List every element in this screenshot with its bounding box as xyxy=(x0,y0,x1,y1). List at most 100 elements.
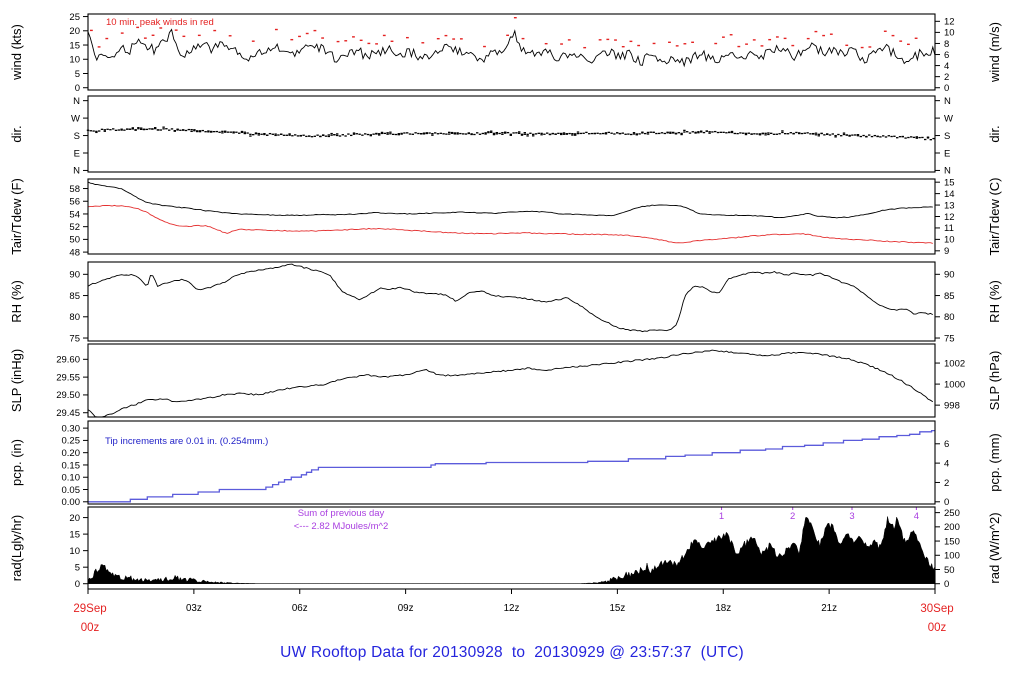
tick-label: 150 xyxy=(944,536,960,547)
x-tick-label: 06z xyxy=(292,603,308,614)
tick-label: W xyxy=(71,113,80,124)
y-axis-right-temp: 9101112131415 xyxy=(935,177,955,257)
tick-label: N xyxy=(944,166,951,177)
tick-label: 85 xyxy=(69,291,80,302)
tick-label: 9 xyxy=(944,246,949,257)
annotation-tip-increments-note: Tip increments are 0.01 in. (0.254mm.) xyxy=(105,436,268,447)
pressure-line xyxy=(87,349,934,418)
tick-label: 80 xyxy=(69,312,80,323)
tick-label: 48 xyxy=(69,247,80,258)
axis-label-right-slp: SLP (hPa) xyxy=(987,351,1002,411)
tick-label: 50 xyxy=(944,565,955,576)
axis-label-left-temp: Tair/Tdew (F) xyxy=(9,178,24,255)
x-end-hour-label: 00z xyxy=(928,622,947,634)
tick-label: 13 xyxy=(944,200,955,211)
tick-label: E xyxy=(944,148,950,159)
tick-label: 0.15 xyxy=(62,460,81,471)
tick-label: 5 xyxy=(75,69,80,80)
panel-border-rh xyxy=(87,261,936,342)
tick-label: N xyxy=(73,96,80,107)
tick-label: 200 xyxy=(944,522,960,533)
y-axis-right-dir: NWSEN xyxy=(935,96,953,177)
axis-label-right-temp: Tair/Tdew (C) xyxy=(987,177,1002,255)
tick-label: W xyxy=(944,113,953,124)
tick-label: S xyxy=(944,131,950,142)
radiation-hour-markers: 1 2 3 4 xyxy=(719,507,919,522)
y-axis-left-dir: NWSEN xyxy=(71,96,88,177)
x-tick-label: 03z xyxy=(186,603,202,614)
axis-label-right-rh: RH (%) xyxy=(987,280,1002,323)
tick-label: 11 xyxy=(944,223,954,234)
tick-label: 8 xyxy=(944,39,949,50)
y-axis-right-rad: 0 50 100 150 200 250 xyxy=(935,508,960,590)
x-start-hour-label: 00z xyxy=(81,622,100,634)
tick-label: 54 xyxy=(69,209,80,220)
y-axis-right-pcp: 0 2 4 6 xyxy=(935,439,949,508)
tick-label: 1002 xyxy=(944,358,965,369)
tick-label: 12 xyxy=(944,17,955,28)
tick-label: 29.60 xyxy=(56,355,80,366)
tick-label: 2 xyxy=(944,478,949,489)
y-axis-right-slp: 998 1000 1002 xyxy=(935,358,965,411)
tick-label: N xyxy=(944,96,951,107)
annotation-peak-winds-note: 10 min. peak winds in red xyxy=(106,17,214,28)
tick-label: 58 xyxy=(69,184,80,195)
panel-border-wind xyxy=(87,13,936,91)
hour-marker-label: 1 xyxy=(719,511,724,522)
tick-label: 10 xyxy=(69,55,80,66)
tick-label: 0 xyxy=(75,579,80,590)
tick-label: 0.30 xyxy=(62,423,81,434)
tick-label: 0.20 xyxy=(62,448,81,459)
tick-label: 250 xyxy=(944,508,960,519)
multi-panel-weather-chart: 0510152025024681012wind (kts) wind (m/s)1… xyxy=(9,12,1002,634)
tick-label: 0 xyxy=(944,579,949,590)
humidity-line xyxy=(87,263,934,333)
tick-label: 6 xyxy=(944,50,949,61)
tick-label: S xyxy=(74,131,80,142)
x-tick-label: 15z xyxy=(609,603,625,614)
wind-direction-dots xyxy=(86,126,935,141)
tick-label: 14 xyxy=(944,189,955,200)
tick-label: 100 xyxy=(944,551,960,562)
panel-border-slp xyxy=(87,343,936,418)
y-axis-right-rh: 75 80 85 90 xyxy=(935,270,955,344)
y-axis-left-slp: 29.45 29.50 29.55 29.60 xyxy=(56,355,88,419)
x-start-date-label: 29Sep xyxy=(73,603,106,615)
tick-label: 29.50 xyxy=(56,390,80,401)
annotation-radiation-sum-title: Sum of previous day xyxy=(298,508,385,519)
axis-label-left-rad: rad(Lgly/hr) xyxy=(9,515,24,581)
chart-title: UW Rooftop Data for 20130928 to 20130929… xyxy=(280,644,744,661)
x-tick-label: 12z xyxy=(504,603,520,614)
tick-label: 5 xyxy=(75,562,80,573)
tick-label: 0 xyxy=(944,83,949,94)
tick-label: 20 xyxy=(69,513,80,524)
x-tick-label: 18z xyxy=(715,603,731,614)
axis-label-left-dir: dir. xyxy=(9,125,24,142)
tick-label: 998 xyxy=(944,400,960,411)
tick-label: 90 xyxy=(69,270,80,281)
tick-label: 75 xyxy=(944,333,955,344)
hour-marker-label: 3 xyxy=(849,511,854,522)
x-tick-label: 09z xyxy=(398,603,414,614)
panel-rad: 05101520050100150200250rad(Lgly/hr) rad (… xyxy=(9,506,1002,590)
tick-label: 85 xyxy=(944,291,955,302)
panel-wind: 0510152025024681012wind (kts) wind (m/s)1… xyxy=(9,12,1002,94)
panel-temp: 4850 52 5456 58 9101112131415 Tair/Tdew (F) Ta… xyxy=(9,177,1002,258)
tick-label: 12 xyxy=(944,212,955,223)
tick-label: 4 xyxy=(944,458,949,469)
axis-label-left-slp: SLP (inHg) xyxy=(9,349,24,412)
panel-border-temp xyxy=(87,178,936,255)
tick-label: 10 xyxy=(944,235,955,246)
tick-label: 0.00 xyxy=(62,497,81,508)
axis-label-left-wind: wind (kts) xyxy=(9,24,24,81)
tick-label: 0.25 xyxy=(62,436,81,447)
tick-label: 0.05 xyxy=(62,485,81,496)
tick-label: 56 xyxy=(69,197,80,208)
axis-label-right-pcp: pcp. (mm) xyxy=(987,433,1002,492)
y-axis-left-temp: 4850 52 5456 58 xyxy=(69,184,88,258)
peak-wind-dots xyxy=(89,17,918,49)
tick-label: 1000 xyxy=(944,379,965,390)
panel-slp: 29.45 29.50 29.55 29.60 998 1000 1002 SLP (inHg… xyxy=(9,343,1002,419)
wind-speed-line xyxy=(87,28,936,68)
tick-label: 80 xyxy=(944,312,955,323)
